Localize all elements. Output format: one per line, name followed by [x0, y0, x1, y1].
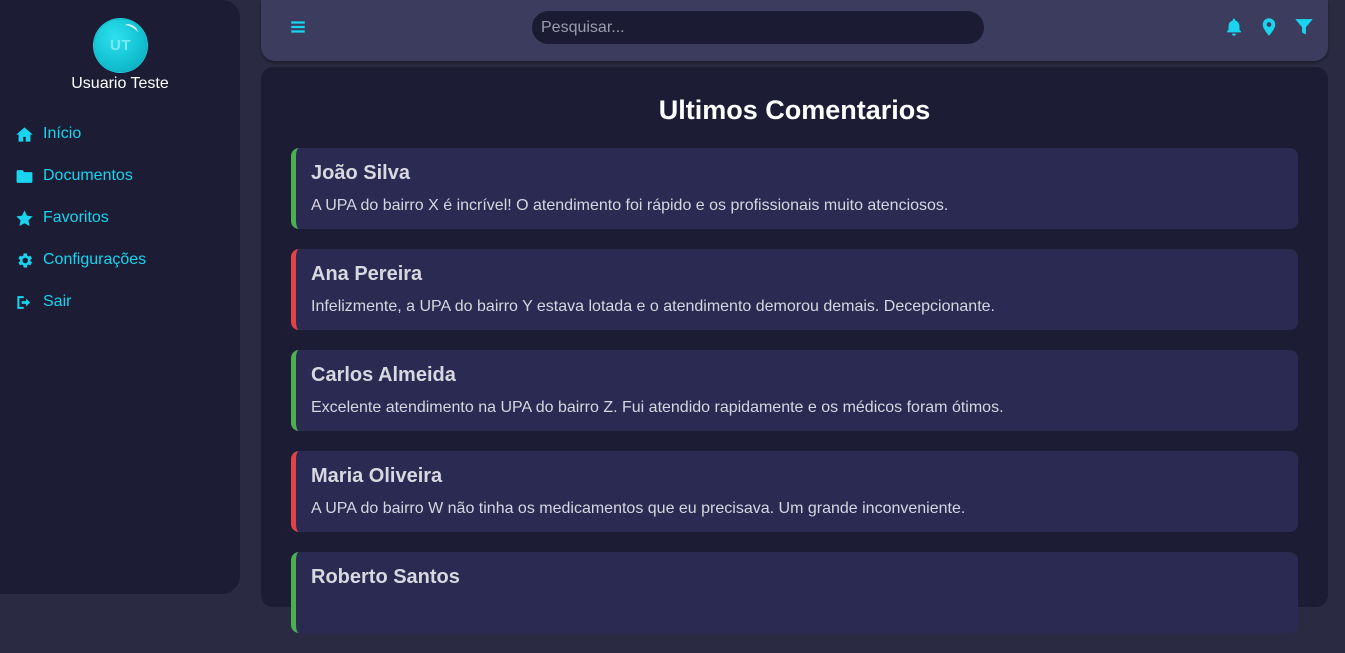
sidebar-item-favoritos[interactable]: Favoritos: [0, 197, 240, 239]
star-icon: [16, 209, 33, 226]
avatar-shine: [122, 22, 140, 36]
main-content: Ultimos Comentarios João Silva A UPA do …: [261, 67, 1328, 633]
comment-card: Roberto Santos: [291, 552, 1298, 633]
top-bar: [261, 0, 1328, 61]
comment-author: Ana Pereira: [311, 263, 423, 285]
sidebar-item-label: Documentos: [43, 167, 133, 184]
filter-button[interactable]: [1294, 17, 1314, 37]
sidebar-item-configuracoes[interactable]: Configurações: [0, 239, 240, 281]
comment-text: A UPA do bairro W não tinha os medicamen…: [311, 500, 966, 517]
top-bar-actions: [1224, 17, 1314, 37]
comment-author: João Silva: [311, 162, 410, 184]
comment-author: Roberto Santos: [311, 566, 460, 588]
comment-card: Carlos Almeida Excelente atendimento na …: [291, 350, 1298, 431]
notifications-button[interactable]: [1224, 17, 1244, 37]
filter-icon: [1295, 19, 1313, 35]
bell-icon: [1226, 18, 1242, 36]
menu-button[interactable]: [289, 18, 307, 36]
sidebar: UT Usuario Teste Início Documentos Favor…: [0, 0, 240, 594]
sidebar-item-sair[interactable]: Sair: [0, 281, 240, 323]
hamburger-menu-icon: [291, 21, 305, 33]
username: Usuario Teste: [71, 75, 169, 92]
sidebar-item-label: Sair: [43, 293, 72, 310]
comment-card: Ana Pereira Infelizmente, a UPA do bairr…: [291, 249, 1298, 330]
sidebar-nav: Início Documentos Favoritos Configuraçõe…: [0, 113, 240, 323]
comment-author: Maria Oliveira: [311, 465, 443, 487]
page-title: Ultimos Comentarios: [658, 95, 931, 125]
gear-icon: [18, 252, 33, 268]
comment-text: Infelizmente, a UPA do bairro Y estava l…: [311, 298, 995, 315]
comments-list: João Silva A UPA do bairro X é incrível!…: [291, 148, 1298, 653]
comment-author: Carlos Almeida: [311, 364, 456, 386]
comment-text: Excelente atendimento na UPA do bairro Z…: [311, 399, 1004, 416]
comment-card: João Silva A UPA do bairro X é incrível!…: [291, 148, 1298, 229]
search-input[interactable]: [532, 11, 984, 44]
sidebar-item-inicio[interactable]: Início: [0, 113, 240, 155]
avatar-initials: UT: [110, 37, 131, 54]
sidebar-item-label: Favoritos: [43, 209, 109, 226]
sidebar-item-label: Início: [43, 125, 82, 142]
folder-icon: [16, 169, 33, 183]
home-icon: [16, 126, 33, 142]
sidebar-item-label: Configurações: [43, 251, 147, 268]
location-button[interactable]: [1259, 17, 1279, 37]
map-pin-icon: [1262, 18, 1276, 36]
comment-card: Maria Oliveira A UPA do bairro W não tin…: [291, 451, 1298, 532]
sidebar-item-documentos[interactable]: Documentos: [0, 155, 240, 197]
comment-text: A UPA do bairro X é incrível! O atendime…: [311, 197, 949, 214]
sign-out-icon: [17, 295, 31, 309]
avatar[interactable]: UT: [94, 19, 147, 72]
